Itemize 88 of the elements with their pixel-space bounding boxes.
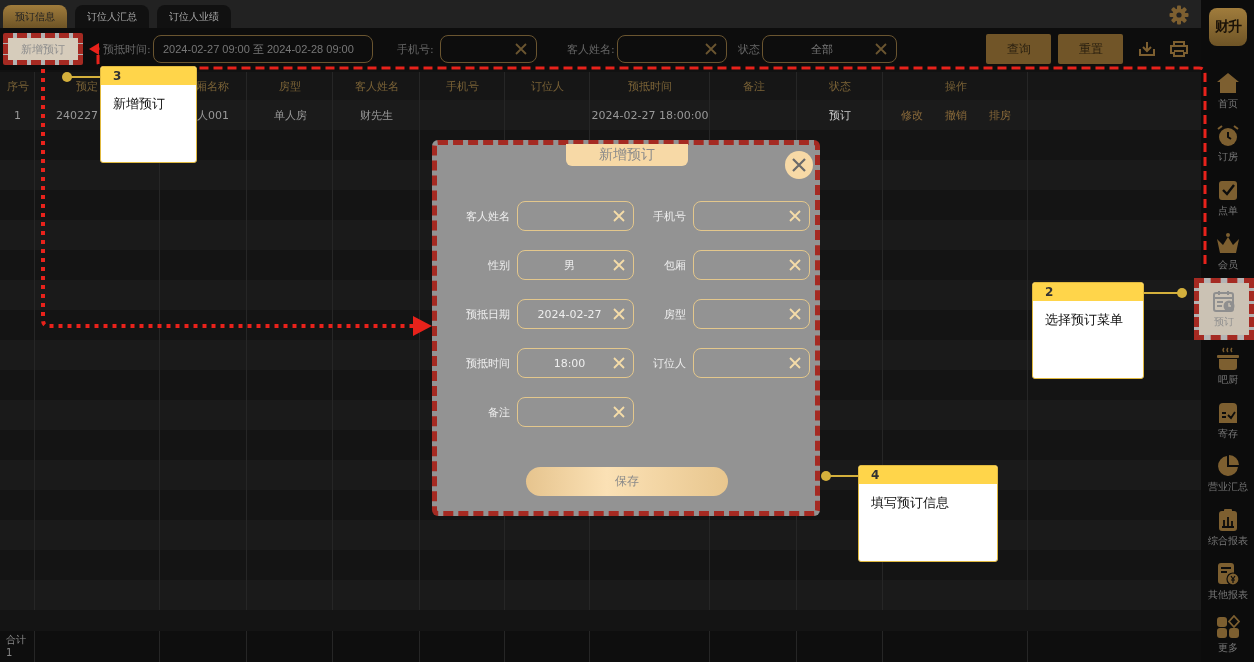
alarm-clock-icon [1215,124,1240,149]
close-icon [792,158,806,172]
sidebar-item[interactable]: 吧厨 [1201,340,1254,394]
close-button[interactable] [785,151,813,179]
column-header: 预抵时间 [628,78,672,94]
input-field[interactable] [693,250,810,280]
column-header: 房型 [279,78,301,94]
pie-chart-icon [1215,454,1240,479]
input-field[interactable]: 18:00 [517,348,634,378]
table-cell: 240227 [56,108,98,122]
callout-text: 填写预订信息 [871,494,949,512]
settings-icon[interactable] [1169,5,1189,25]
column-header: 手机号 [446,78,479,94]
query-button[interactable]: 查询 [986,34,1051,64]
field-label: 性别 [487,257,510,273]
column-header: 厢名称 [196,78,229,94]
sidebar-item[interactable]: 会员 [1201,224,1254,279]
field-label: 订位人 [652,355,686,371]
field-label: 预抵时间 [465,355,510,371]
callout-number: 3 [101,67,196,85]
yen-document-icon [1215,561,1240,586]
filter-label: 客人姓名: [567,41,616,57]
cooking-pot-icon [1215,346,1240,371]
tab[interactable]: 订位人汇总 [75,5,149,28]
calendar-clock-icon [1212,289,1236,314]
input-field[interactable] [517,397,634,427]
clear-icon[interactable] [515,43,527,55]
table-cell: 财先生 [360,107,393,123]
crown-icon [1215,231,1240,256]
home-icon [1215,70,1240,95]
input-field[interactable]: 2024-02-27 [517,299,634,329]
action-link[interactable]: 修改 [900,107,923,123]
column-header: 备注 [742,78,765,94]
logo: 财升 [1208,8,1247,46]
field-label: 预抵日期 [465,306,510,322]
column-header: 预定 [76,78,98,94]
tab[interactable]: 订位人业绩 [157,5,231,28]
input-field[interactable] [517,201,634,231]
column-header: 序号 [6,78,29,94]
print-icon[interactable] [1170,41,1188,57]
total-count: 1 [6,646,14,659]
input-field[interactable] [693,348,810,378]
clear-icon[interactable] [705,43,717,55]
sidebar-item[interactable]: 点单 [1201,171,1254,225]
table-cell: 预订 [829,107,851,123]
callout-number: 2 [1033,283,1143,301]
column-header: 操作 [944,78,967,94]
action-link[interactable]: 排房 [988,107,1011,123]
table-cell: 单人房 [273,107,307,123]
sidebar-item[interactable]: 订房 [1201,117,1254,172]
sidebar-item[interactable]: 其他报表 [1201,554,1254,609]
filter-field[interactable]: 全部 [762,35,897,63]
table-cell: 人001 [197,107,229,123]
sidebar-item[interactable]: 首页 [1201,63,1254,118]
tab[interactable]: 预订信息 [3,5,67,28]
filter-field[interactable]: 2024-02-27 09:00 至 2024-02-28 09:00 [153,35,373,63]
field-label: 手机号 [652,208,686,224]
input-field[interactable] [693,299,810,329]
field-label: 包厢 [663,257,686,273]
sidebar-item[interactable]: 寄存 [1201,393,1254,448]
table-cell: 2024-02-27 18:00:00 [591,108,709,122]
column-header: 订位人 [531,78,564,94]
filter-field[interactable] [440,35,537,63]
save-button[interactable]: 保存 [526,467,728,496]
input-field[interactable] [693,201,810,231]
grid-icon [1215,615,1240,640]
sidebar-item[interactable]: 更多 [1201,608,1254,662]
field-label: 房型 [663,306,686,322]
dialog-title: 新增预订 [566,144,688,166]
action-link[interactable]: 撤销 [944,107,967,123]
column-header: 客人姓名 [354,78,399,94]
filter-label: 手机号: [397,41,435,57]
callout-number: 4 [859,466,997,484]
filter-label: 状态 [738,41,761,57]
download-icon[interactable] [1138,41,1156,57]
input-field[interactable]: 男 [517,250,634,280]
column-header: 状态 [829,78,851,94]
reset-button[interactable]: 重置 [1058,34,1123,64]
table-cell: 1 [14,108,21,122]
clear-icon[interactable] [875,43,887,55]
callout-text: 选择预订菜单 [1045,311,1123,329]
field-label: 客人姓名 [465,208,510,224]
sidebar-item[interactable]: 营业汇总 [1201,447,1254,502]
filter-label: 预抵时间: [103,41,152,57]
sidebar-item[interactable]: 综合报表 [1201,501,1254,555]
field-label: 备注 [487,404,510,420]
filter-field[interactable] [617,35,727,63]
total-label: 合计 [6,633,27,646]
